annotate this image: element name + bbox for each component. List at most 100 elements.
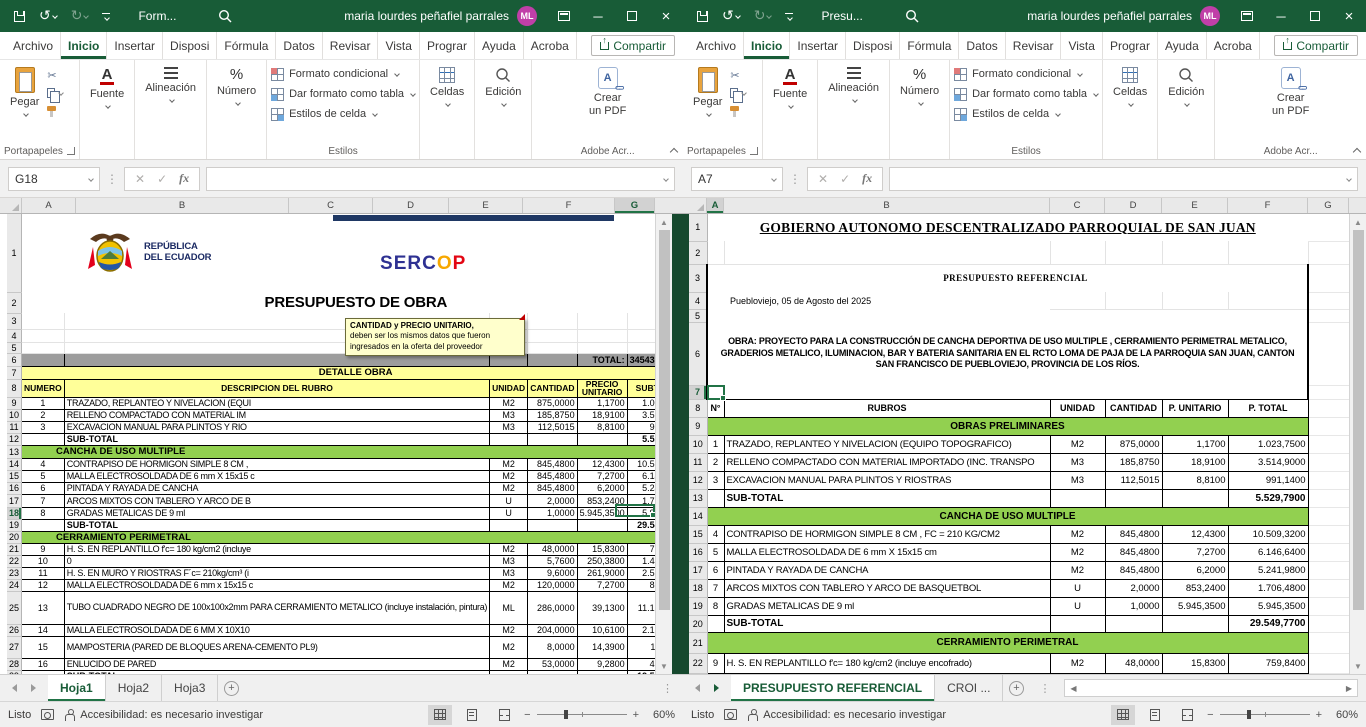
cell[interactable] xyxy=(1308,453,1349,471)
user-name[interactable]: maria lourdes peñafiel parrales xyxy=(1027,9,1192,23)
row-header[interactable]: 7 xyxy=(7,366,22,379)
cell[interactable]: GRADAS METALICAS DE 9 ml xyxy=(64,507,489,519)
format-painter-button[interactable] xyxy=(730,104,746,118)
column-header-F[interactable]: F xyxy=(523,198,615,213)
cell[interactable] xyxy=(1308,597,1349,615)
ribbon-tab-prograr[interactable]: Prograr xyxy=(420,32,475,59)
row-header[interactable]: 18 xyxy=(7,507,22,519)
cell[interactable]: CANCHA DE USO MULTIPLE xyxy=(707,507,1308,525)
editing-button[interactable]: Edición xyxy=(1162,64,1210,109)
cell[interactable] xyxy=(1162,309,1228,322)
row-header[interactable]: 15 xyxy=(7,470,22,482)
cell[interactable]: CANCHA DE USO MULTIPLE xyxy=(22,445,655,458)
cell[interactable]: 6 xyxy=(707,561,724,579)
cell[interactable] xyxy=(707,489,724,507)
customize-qat-icon[interactable] xyxy=(102,13,110,20)
cell[interactable] xyxy=(1308,214,1349,241)
cell[interactable]: MALLA ELECTROSOLDADA DE 6 MM X 10X10 xyxy=(64,624,489,636)
cell[interactable]: OBRAS PRELIMINARES xyxy=(707,417,1308,435)
cell[interactable] xyxy=(627,342,655,353)
cell[interactable]: ARCOS MIXTOS CON TABLERO Y ARCO DE B xyxy=(64,494,489,507)
number-button[interactable]: %Número xyxy=(211,64,262,108)
font-button[interactable]: AFuente xyxy=(84,64,130,111)
cell[interactable] xyxy=(1050,292,1105,309)
column-header-E[interactable]: E xyxy=(449,198,523,213)
column-header-G[interactable]: G xyxy=(615,198,655,213)
page-break-view-button[interactable] xyxy=(492,705,516,725)
cell[interactable] xyxy=(1308,507,1349,525)
cell[interactable] xyxy=(724,241,1050,264)
selected-cell-A7[interactable] xyxy=(707,385,725,400)
cell[interactable]: 8 xyxy=(22,507,65,519)
cell[interactable]: 8,0000 xyxy=(528,636,577,658)
cell[interactable] xyxy=(707,615,724,632)
cell[interactable] xyxy=(528,342,577,353)
cell[interactable]: M3 xyxy=(490,567,528,579)
select-all-corner[interactable] xyxy=(683,198,707,213)
row-header[interactable]: 21 xyxy=(7,543,22,555)
cell[interactable] xyxy=(627,313,655,329)
row-header[interactable]: 26 xyxy=(7,624,22,636)
cell[interactable] xyxy=(1162,615,1228,632)
cell[interactable]: 250,3800 xyxy=(577,555,627,567)
row-header[interactable]: 16 xyxy=(7,482,22,494)
column-header-G[interactable]: G xyxy=(1308,198,1349,213)
cell[interactable]: 2,0000 xyxy=(1105,579,1162,597)
cell[interactable]: 7 xyxy=(22,494,65,507)
cell[interactable]: 845,4800 xyxy=(1105,543,1162,561)
cell[interactable]: MALLA ELECTROSOLDADA DE 6 mm X 15x15 cm xyxy=(724,543,1050,561)
row-header[interactable]: 25 xyxy=(7,591,22,624)
cell[interactable]: SUB-TOTAL xyxy=(64,433,489,445)
cell[interactable]: 261,9000 xyxy=(577,567,627,579)
cell[interactable]: 491,8400 xyxy=(627,658,655,670)
cell[interactable]: M2 xyxy=(1050,653,1105,673)
cell[interactable]: 5,7600 xyxy=(528,555,577,567)
cell[interactable]: 12,4300 xyxy=(577,458,627,470)
column-header-E[interactable]: E xyxy=(1162,198,1228,213)
cell[interactable]: 1,0000 xyxy=(528,507,577,519)
row-header[interactable]: 4 xyxy=(7,329,22,342)
comment-note[interactable]: CANTIDAD y PRECIO UNITARIO, deben ser lo… xyxy=(345,318,525,356)
row-header[interactable]: 12 xyxy=(689,471,707,489)
scroll-up-icon[interactable]: ▲ xyxy=(656,214,672,230)
cell[interactable]: M2 xyxy=(1050,525,1105,543)
cell[interactable]: PINTADA Y RAYADA DE CANCHA xyxy=(724,561,1050,579)
cell[interactable] xyxy=(1308,435,1349,453)
zoom-slider[interactable] xyxy=(537,714,627,715)
search-icon[interactable] xyxy=(905,9,919,23)
cell[interactable]: MAMPOSTERIA (PARED DE BLOQUES ARENA-CEME… xyxy=(64,636,489,658)
cell[interactable]: TRAZADO, REPLANTEO Y NIVELACION (EQUI xyxy=(64,397,489,409)
cell[interactable] xyxy=(528,519,577,531)
cell[interactable]: 4 xyxy=(707,525,724,543)
cell[interactable]: CANTIDAD xyxy=(1105,399,1162,417)
cell[interactable] xyxy=(528,433,577,445)
ribbon-tab-vista[interactable]: Vista xyxy=(378,32,419,59)
maximize-button[interactable] xyxy=(615,0,649,32)
cell[interactable] xyxy=(724,385,1050,399)
cell[interactable]: 14,3900 xyxy=(577,636,627,658)
sheet-tab[interactable]: PRESUPUESTO REFERENCIAL xyxy=(731,675,935,701)
cell[interactable] xyxy=(1228,309,1308,322)
cell[interactable]: 1,1700 xyxy=(577,397,627,409)
undo-button[interactable]: ↺ xyxy=(722,7,740,25)
cell[interactable]: 9 xyxy=(22,543,65,555)
cancel-entry-icon[interactable]: ✕ xyxy=(818,172,828,186)
cell[interactable]: PINTADA Y RAYADA DE CANCHA xyxy=(64,482,489,494)
cell[interactable]: 2.514,2400 xyxy=(627,567,655,579)
insert-function-icon[interactable]: fx xyxy=(179,171,189,186)
cell[interactable] xyxy=(528,313,577,329)
name-box-splitter[interactable]: ⋮ xyxy=(789,172,801,186)
name-box[interactable]: G18 xyxy=(8,167,100,191)
cell[interactable]: 872,4000 xyxy=(627,579,655,591)
cell[interactable]: 8 xyxy=(707,597,724,615)
formula-input[interactable] xyxy=(889,167,1358,191)
normal-view-button[interactable] xyxy=(1111,705,1135,725)
row-header[interactable]: 3 xyxy=(7,313,22,329)
number-button[interactable]: %Número xyxy=(894,64,945,108)
paste-button[interactable]: Pegar xyxy=(4,64,45,119)
cell[interactable]: GRADAS METALICAS DE 9 ml xyxy=(724,597,1050,615)
row-header[interactable]: 7 xyxy=(689,385,707,399)
cell[interactable]: 29.549,7700 xyxy=(1228,615,1308,632)
cell[interactable]: 845,4800 xyxy=(528,482,577,494)
name-box[interactable]: A7 xyxy=(691,167,783,191)
